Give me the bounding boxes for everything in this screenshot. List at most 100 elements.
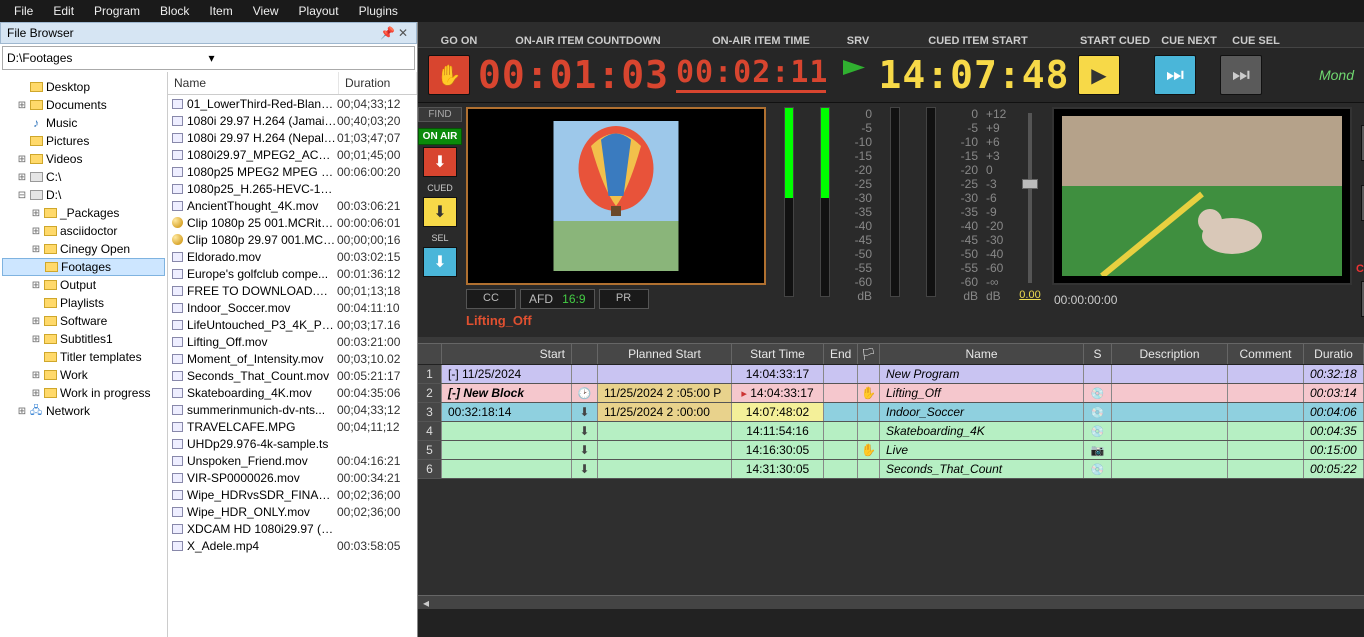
playlist-row[interactable]: 514:16:30:05Live00:15:00 <box>418 441 1364 460</box>
tree-node-d[interactable]: ⊟D:\ <box>2 186 165 204</box>
playlist-row[interactable]: 3 00:32:18:1411/25/2024 2 :00:0014:07:48… <box>418 403 1364 422</box>
tree-node-asciidoctor[interactable]: ⊞asciidoctor <box>2 222 165 240</box>
file-row[interactable]: Clip 1080p 25 001.MCRitem00:00:06:01 <box>168 214 417 231</box>
find-cued-button[interactable]: ⬇ <box>423 197 457 227</box>
hdr-duration[interactable]: Duratio <box>1304 344 1364 364</box>
tree-node-output[interactable]: ⊞Output <box>2 276 165 294</box>
cue-sel-button[interactable]: ⏭ <box>1220 55 1262 95</box>
file-row[interactable]: Skateboarding_4K.mov00:04:35:06 <box>168 384 417 401</box>
file-row[interactable]: UHDp29.976-4k-sample.ts <box>168 435 417 452</box>
menu-item[interactable]: Item <box>199 1 242 21</box>
file-row[interactable]: XDCAM HD 1080i29.97 (e... <box>168 520 417 537</box>
file-row[interactable]: 1080i29.97_MPEG2_AC3_...00;01;45;00 <box>168 146 417 163</box>
tree-node-documents[interactable]: ⊞Documents <box>2 96 165 114</box>
tree-node-playlists[interactable]: Playlists <box>2 294 165 312</box>
hdr-name[interactable]: Name <box>880 344 1084 364</box>
hdr-description[interactable]: Description <box>1112 344 1228 364</box>
file-row[interactable]: Seconds_That_Count.mov00:05:21:17 <box>168 367 417 384</box>
expand-icon[interactable]: ⊞ <box>30 388 42 399</box>
expand-icon[interactable]: ⊞ <box>30 334 42 345</box>
close-icon[interactable]: ✕ <box>396 26 410 40</box>
expand-icon[interactable]: ⊞ <box>30 208 42 219</box>
expand-icon[interactable]: ⊞ <box>30 370 42 381</box>
expand-icon[interactable]: ⊞ <box>30 280 42 291</box>
start-cued-button[interactable]: ▶ <box>1078 55 1120 95</box>
tree-node-subtitles1[interactable]: ⊞Subtitles1 <box>2 330 165 348</box>
file-row[interactable]: Wipe_HDR_ONLY.mov00;02;36;00 <box>168 503 417 520</box>
file-row[interactable]: Moment_of_Intensity.mov00;03;10.02 <box>168 350 417 367</box>
tree-node-titlertemplates[interactable]: Titler templates <box>2 348 165 366</box>
tree-node-c[interactable]: ⊞C:\ <box>2 168 165 186</box>
file-row[interactable]: 1080p25 MPEG2 MPEG au...00:06:00:20 <box>168 163 417 180</box>
file-row[interactable]: LifeUntouched_P3_4K_PQ...00;03;17.16 <box>168 316 417 333</box>
file-row[interactable]: Eldorado.mov00:03:02:15 <box>168 248 417 265</box>
expand-icon[interactable]: ⊟ <box>16 190 28 201</box>
media-icon <box>170 523 184 535</box>
menu-view[interactable]: View <box>243 1 289 21</box>
col-name[interactable]: Name <box>168 72 339 94</box>
hdr-s[interactable]: S <box>1084 344 1112 364</box>
expand-icon[interactable]: ⊞ <box>16 154 28 165</box>
file-row[interactable]: AncientThought_4K.mov00:03:06:21 <box>168 197 417 214</box>
file-row[interactable]: 1080i 29.97 H.264 (Jamaic...00;40;03;20 <box>168 112 417 129</box>
expand-icon[interactable]: ⊞ <box>30 226 42 237</box>
scroll-left-icon[interactable]: ◂ <box>418 596 434 610</box>
expand-icon[interactable]: ⊞ <box>30 244 42 255</box>
cue-next-button[interactable]: ⏭ <box>1154 55 1196 95</box>
menu-block[interactable]: Block <box>150 1 199 21</box>
find-onair-button[interactable]: ⬇ <box>423 147 457 177</box>
menu-plugins[interactable]: Plugins <box>349 1 408 21</box>
hdr-trigger[interactable]: 🏳 <box>858 344 880 364</box>
file-row[interactable]: Europe's golfclub compe...00:01:36:12 <box>168 265 417 282</box>
hdr-start-time[interactable]: Start Time <box>732 344 824 364</box>
file-row[interactable]: X_Adele.mp400:03:58:05 <box>168 537 417 554</box>
file-row[interactable]: Unspoken_Friend.mov00:04:16:21 <box>168 452 417 469</box>
tree-node-desktop[interactable]: Desktop <box>2 78 165 96</box>
expand-icon[interactable]: ⊞ <box>16 406 28 417</box>
tree-node-music[interactable]: ♪Music <box>2 114 165 132</box>
tree-node-pictures[interactable]: Pictures <box>2 132 165 150</box>
file-row[interactable]: summerinmunich-dv-nts...00;04;33;12 <box>168 401 417 418</box>
file-row[interactable]: Lifting_Off.mov00:03:21:00 <box>168 333 417 350</box>
expand-icon[interactable]: ⊞ <box>16 172 28 183</box>
tree-node-workinprogress[interactable]: ⊞Work in progress <box>2 384 165 402</box>
path-dropdown[interactable]: D:\Footages ▾ <box>2 46 415 70</box>
playlist-row[interactable]: 614:31:30:05Seconds_That_Count00:05:22 <box>418 460 1364 479</box>
go-on-button[interactable]: ✋ <box>428 55 470 95</box>
menu-file[interactable]: File <box>4 1 43 21</box>
playlist-row[interactable]: 1[-] 11/25/202414:04:33:17New Program00:… <box>418 365 1364 384</box>
chevron-down-icon[interactable]: ▾ <box>209 51 411 65</box>
volume-slider[interactable]: 0.00 <box>1016 107 1044 333</box>
hdr-end[interactable]: End <box>824 344 858 364</box>
file-row[interactable]: Clip 1080p 29.97 001.MCR...00;00;00;16 <box>168 231 417 248</box>
hdr-start[interactable]: Start <box>442 344 572 364</box>
playlist-row[interactable]: 414:11:54:16Skateboarding_4K00:04:35 <box>418 422 1364 441</box>
hdr-planned-start[interactable]: Planned Start <box>598 344 732 364</box>
expand-icon[interactable]: ⊞ <box>16 100 28 111</box>
tree-node-network[interactable]: ⊞🖧Network <box>2 402 165 420</box>
col-duration[interactable]: Duration <box>339 72 417 94</box>
tree-node-videos[interactable]: ⊞Videos <box>2 150 165 168</box>
find-sel-button[interactable]: ⬇ <box>423 247 457 277</box>
menu-playout[interactable]: Playout <box>289 1 349 21</box>
file-row[interactable]: 1080i 29.97 H.264 (Nepal).ts01;03;47;07 <box>168 129 417 146</box>
file-row[interactable]: TRAVELCAFE.MPG00;04;11;12 <box>168 418 417 435</box>
tree-node-work[interactable]: ⊞Work <box>2 366 165 384</box>
file-row[interactable]: FREE TO DOWNLOAD.mp400;01;13;18 <box>168 282 417 299</box>
file-row[interactable]: 1080p25_H.265-HEVC-10... <box>168 180 417 197</box>
file-row[interactable]: 01_LowerThird-Red-Blank...00;04;33;12 <box>168 95 417 112</box>
horizontal-scrollbar[interactable]: ◂ <box>418 595 1364 609</box>
file-row[interactable]: VIR-SP0000026.mov00:00:34:21 <box>168 469 417 486</box>
file-row[interactable]: Indoor_Soccer.mov00:04:11:10 <box>168 299 417 316</box>
menu-edit[interactable]: Edit <box>43 1 84 21</box>
pin-icon[interactable]: 📌 <box>380 26 394 40</box>
hdr-comment[interactable]: Comment <box>1228 344 1304 364</box>
tree-node-cinegyopen[interactable]: ⊞Cinegy Open <box>2 240 165 258</box>
playlist-row[interactable]: 2 [-] New Block11/25/2024 2 :05:00 P 14:… <box>418 384 1364 403</box>
expand-icon[interactable]: ⊞ <box>30 316 42 327</box>
tree-node-packages[interactable]: ⊞_Packages <box>2 204 165 222</box>
file-row[interactable]: Wipe_HDRvsSDR_FINAL....00;02;36;00 <box>168 486 417 503</box>
menu-program[interactable]: Program <box>84 1 150 21</box>
tree-node-software[interactable]: ⊞Software <box>2 312 165 330</box>
tree-node-footages[interactable]: Footages <box>2 258 165 276</box>
